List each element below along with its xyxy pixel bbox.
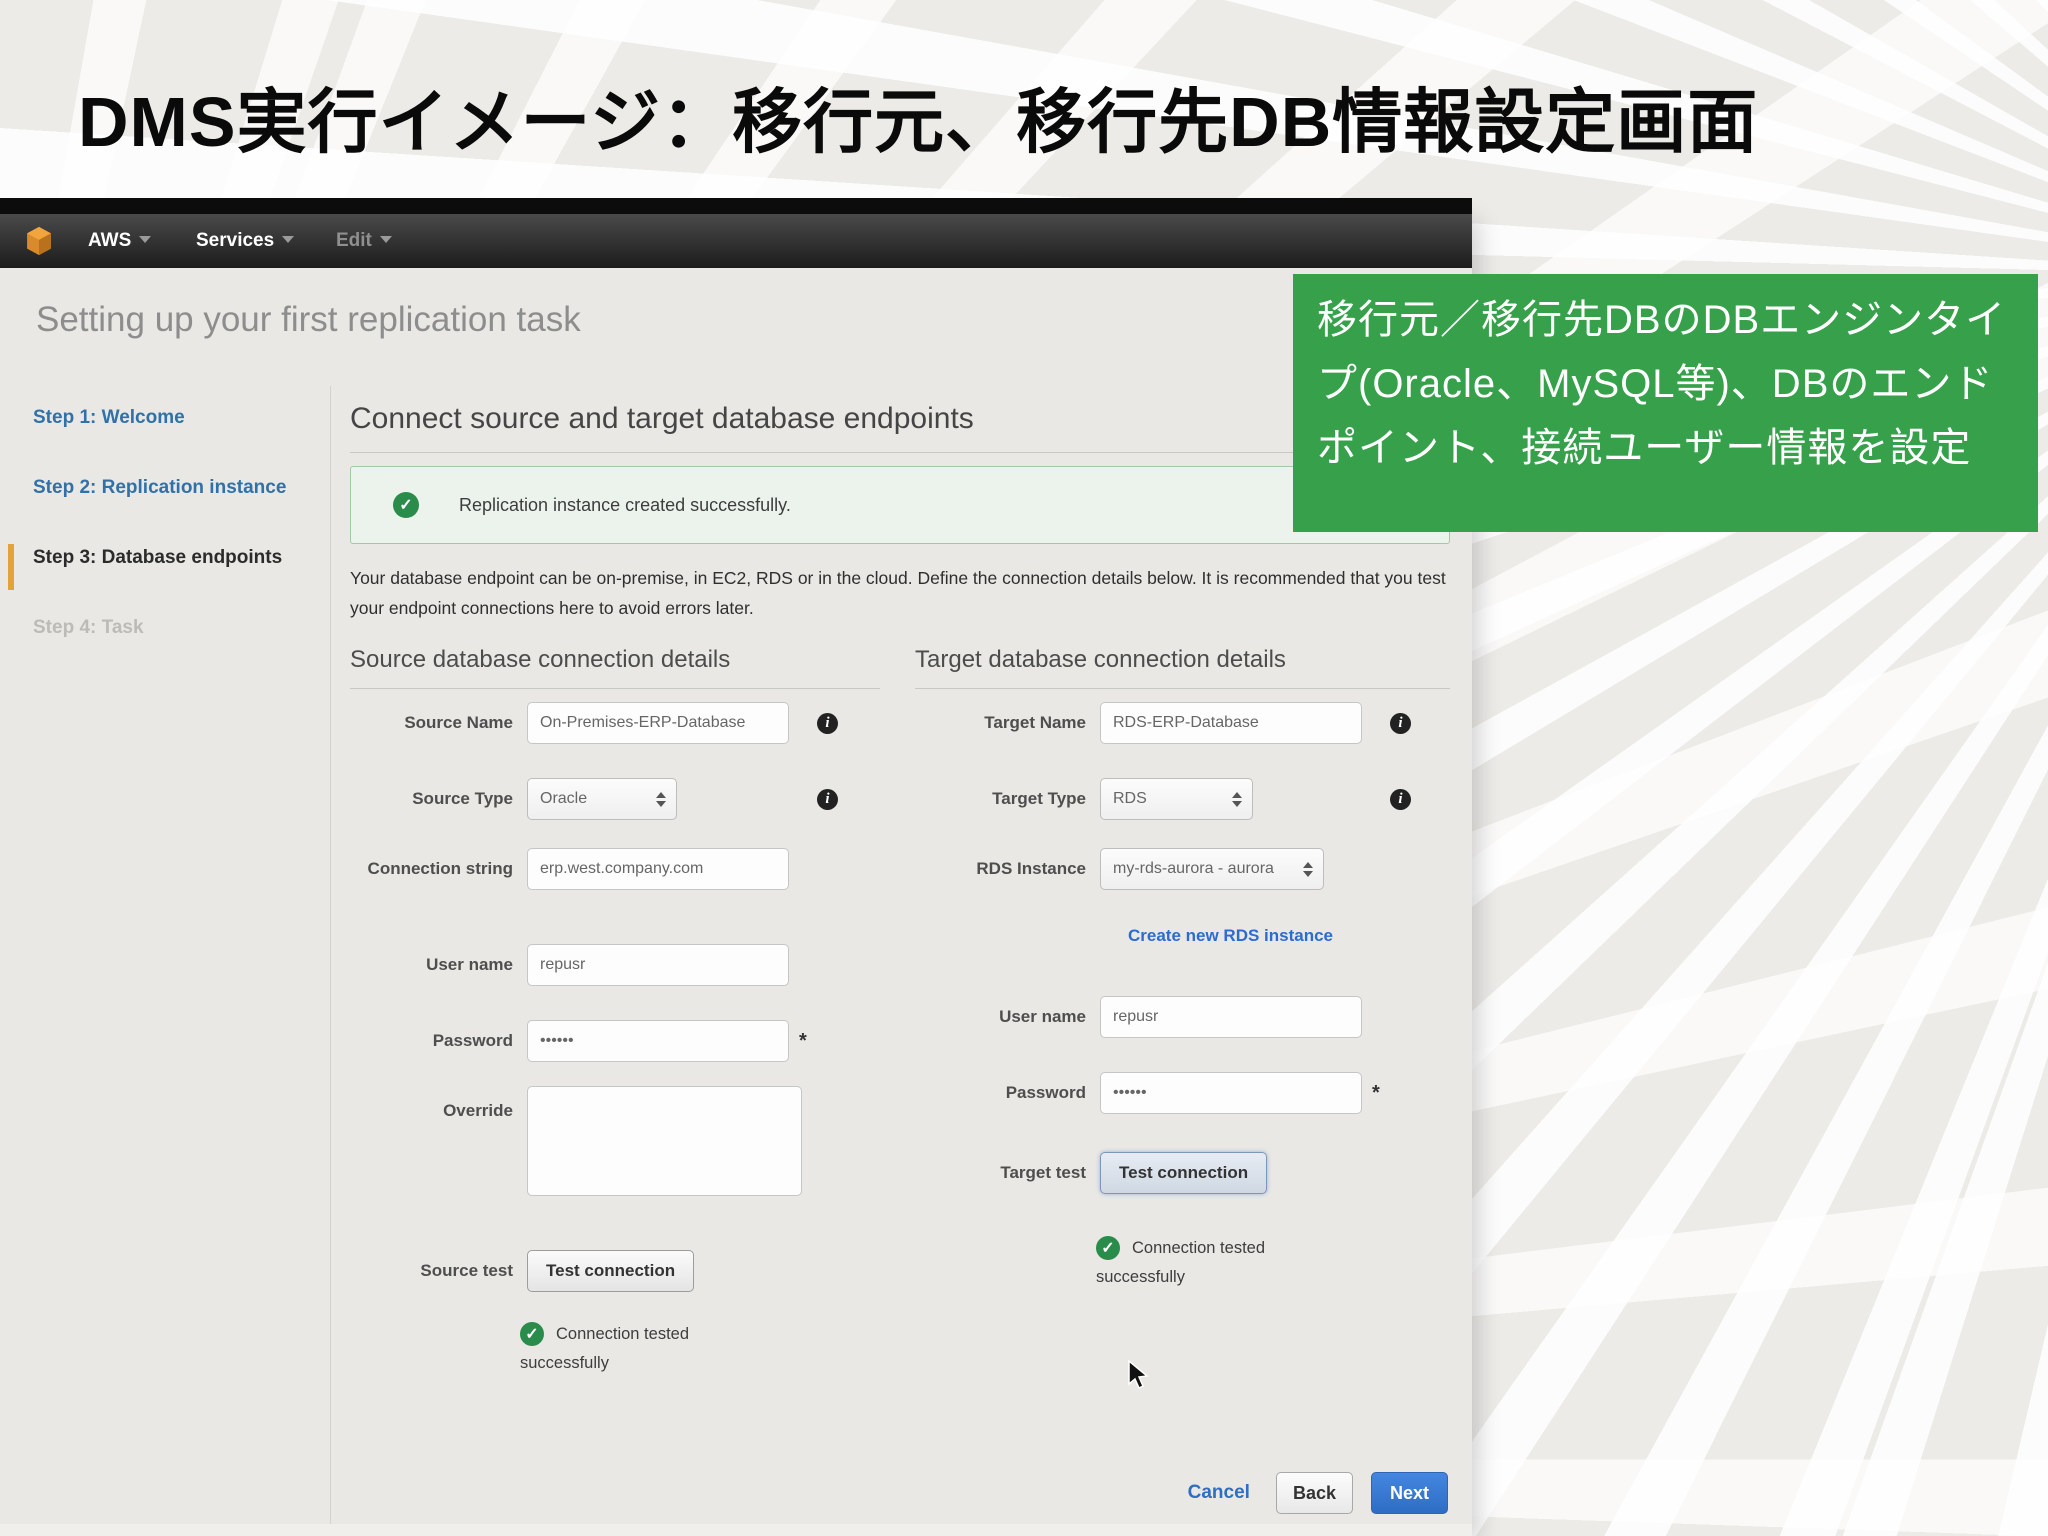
title-underline xyxy=(0,198,1472,214)
source-type-label: Source Type xyxy=(412,788,513,808)
field-target-type: Target Type RDS xyxy=(938,778,1478,820)
nav-edit-label: Edit xyxy=(336,230,372,251)
target-type-label: Target Type xyxy=(992,788,1086,808)
connection-string-label: Connection string xyxy=(367,858,513,878)
field-source-password: Password * xyxy=(365,1020,905,1062)
back-button[interactable]: Back xyxy=(1275,1472,1353,1514)
sidebar-step-3-database-endpoints[interactable]: Step 3: Database endpoints xyxy=(33,547,282,569)
source-test-connection-button[interactable]: Test connection xyxy=(527,1250,695,1292)
info-icon[interactable] xyxy=(1390,712,1411,734)
field-override: Override xyxy=(365,1086,905,1196)
select-arrows-icon xyxy=(1303,861,1313,877)
field-source-name: Source Name xyxy=(365,702,905,744)
source-connection-tested: Connection tested successfully xyxy=(520,1322,689,1373)
create-new-rds-instance-link[interactable]: Create new RDS instance xyxy=(1128,926,1333,946)
nav-menu-services[interactable]: Services xyxy=(196,230,295,252)
source-tested-text: Connection tested xyxy=(556,1324,690,1343)
field-target-password: Password * xyxy=(938,1072,1478,1114)
select-arrows-icon xyxy=(656,791,666,807)
field-target-name: Target Name xyxy=(938,702,1478,744)
override-textarea[interactable] xyxy=(527,1086,802,1196)
target-column-heading: Target database connection details xyxy=(915,646,1450,689)
target-type-select[interactable]: RDS xyxy=(1100,778,1253,820)
mouse-cursor xyxy=(1128,1359,1150,1395)
field-source-type: Source Type Oracle xyxy=(365,778,905,820)
source-tested-text-2: successfully xyxy=(520,1354,609,1372)
required-asterisk: * xyxy=(1372,1081,1380,1104)
field-target-username: User name xyxy=(938,996,1478,1038)
connection-tested-check-icon xyxy=(1096,1236,1120,1260)
field-connection-string: Connection string xyxy=(365,848,905,890)
chevron-down-icon xyxy=(139,236,152,243)
source-name-input[interactable] xyxy=(527,702,789,744)
sidebar-step-4-task: Step 4: Task xyxy=(33,617,144,638)
page-title: Setting up your first replication task xyxy=(36,300,581,339)
wizard-footer: Cancel Back Next xyxy=(0,1472,1448,1514)
info-icon[interactable] xyxy=(817,788,838,810)
target-tested-text-2: successfully xyxy=(1096,1268,1185,1286)
field-source-test: Source test Test connection xyxy=(365,1250,905,1292)
heading-divider xyxy=(350,452,1450,453)
select-arrows-icon xyxy=(1232,791,1242,807)
target-password-input[interactable] xyxy=(1100,1072,1362,1114)
success-check-icon xyxy=(393,492,419,518)
success-alert: Replication instance created successfull… xyxy=(350,466,1450,544)
next-button[interactable]: Next xyxy=(1370,1472,1448,1514)
field-rds-instance: RDS Instance my-rds-aurora - aurora xyxy=(938,848,1478,890)
nav-menu-aws[interactable]: AWS xyxy=(88,230,152,252)
section-heading: Connect source and target database endpo… xyxy=(350,402,974,435)
rds-instance-select[interactable]: my-rds-aurora - aurora xyxy=(1100,848,1324,890)
source-test-label: Source test xyxy=(420,1260,513,1280)
field-target-test: Target test Test connection xyxy=(938,1152,1478,1194)
rds-instance-label: RDS Instance xyxy=(976,858,1086,878)
source-password-input[interactable] xyxy=(527,1020,789,1062)
target-username-input[interactable] xyxy=(1100,996,1362,1038)
override-label: Override xyxy=(443,1101,513,1120)
aws-navbar: AWS Services Edit xyxy=(0,214,1472,268)
info-icon[interactable] xyxy=(817,712,838,734)
target-password-label: Password xyxy=(1005,1082,1086,1102)
rds-instance-value: my-rds-aurora - aurora xyxy=(1113,860,1274,877)
info-icon[interactable] xyxy=(1390,788,1411,810)
cancel-link[interactable]: Cancel xyxy=(1188,1482,1250,1504)
sidebar-step-2-replication-instance[interactable]: Step 2: Replication instance xyxy=(33,477,286,499)
target-username-label: User name xyxy=(999,1006,1086,1026)
aws-console-screenshot: AWS Services Edit Setting up your first … xyxy=(0,214,1472,1536)
field-source-username: User name xyxy=(365,944,905,986)
connection-tested-check-icon xyxy=(520,1322,544,1346)
nav-aws-label: AWS xyxy=(88,230,132,251)
source-username-label: User name xyxy=(426,954,513,974)
target-test-label: Target test xyxy=(1000,1162,1086,1182)
nav-services-label: Services xyxy=(196,230,275,251)
source-column-heading: Source database connection details xyxy=(350,646,880,689)
target-name-input[interactable] xyxy=(1100,702,1362,744)
target-tested-text: Connection tested xyxy=(1132,1238,1266,1257)
aws-cube-logo-icon[interactable] xyxy=(26,225,52,257)
slide: DMS実行イメージ：移行元、移行先DB情報設定画面 移行元／移行先DBのDBエン… xyxy=(0,0,2048,1536)
console-bottom-strip xyxy=(0,1524,1472,1536)
target-name-label: Target Name xyxy=(984,712,1086,732)
sidebar-step-1-welcome[interactable]: Step 1: Welcome xyxy=(33,407,185,429)
source-type-value: Oracle xyxy=(540,790,588,807)
source-password-label: Password xyxy=(432,1030,513,1050)
source-username-input[interactable] xyxy=(527,944,789,986)
target-type-value: RDS xyxy=(1113,790,1147,807)
annotation-callout: 移行元／移行先DBのDBエンジンタイプ(Oracle、MySQL等)、DBのエン… xyxy=(1293,274,2038,532)
sidebar-divider xyxy=(330,386,331,1536)
target-test-connection-button[interactable]: Test connection xyxy=(1100,1152,1268,1194)
required-asterisk: * xyxy=(799,1029,807,1052)
active-step-indicator xyxy=(8,544,14,590)
row-create-rds-link: Create new RDS instance xyxy=(938,926,1478,946)
chevron-down-icon xyxy=(379,236,392,243)
source-name-label: Source Name xyxy=(404,712,513,732)
success-alert-text: Replication instance created successfull… xyxy=(459,494,791,515)
slide-title: DMS実行イメージ：移行元、移行先DB情報設定画面 xyxy=(78,83,1759,161)
nav-menu-edit[interactable]: Edit xyxy=(336,230,392,252)
connection-string-input[interactable] xyxy=(527,848,789,890)
endpoint-description: Your database endpoint can be on-premise… xyxy=(350,568,1446,618)
target-connection-tested: Connection tested successfully xyxy=(1096,1236,1265,1287)
chevron-down-icon xyxy=(282,236,295,243)
source-type-select[interactable]: Oracle xyxy=(527,778,677,820)
